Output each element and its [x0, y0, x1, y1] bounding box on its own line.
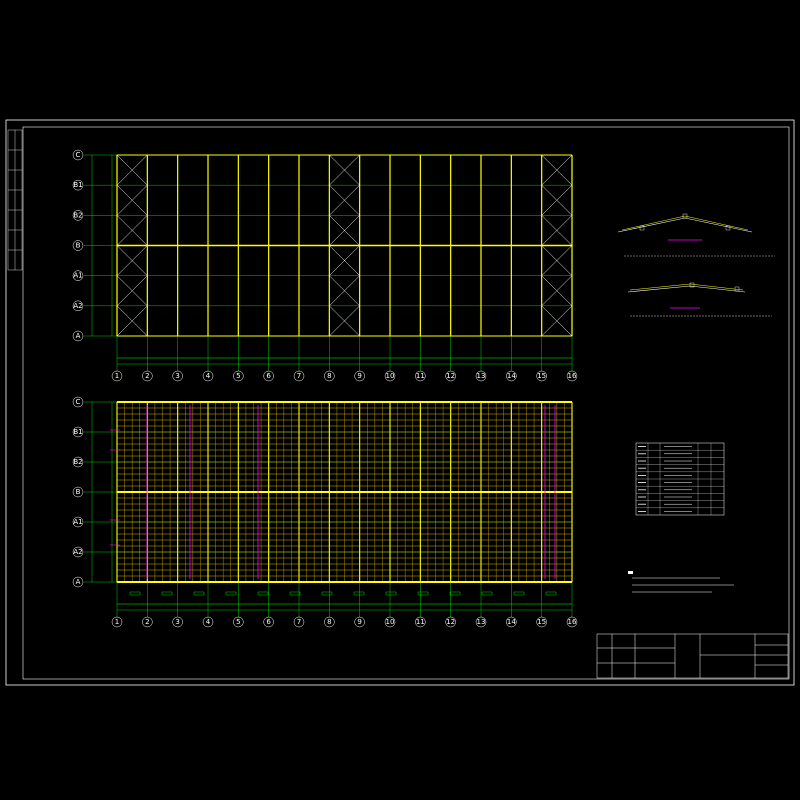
grid-label-col-9: 9 [357, 618, 361, 626]
member-tag [225, 591, 237, 596]
grid-label-col-7: 7 [297, 372, 301, 380]
grid-label-row-B1: B1 [73, 428, 82, 436]
grid-label-col-8: 8 [327, 618, 331, 626]
member-tag [449, 591, 461, 596]
grid-label-col-10: 10 [386, 618, 395, 626]
member-tag [321, 591, 333, 596]
grid-label-col-16: 16 [568, 372, 577, 380]
grid-label-col-7: 7 [297, 618, 301, 626]
grid-label-col-8: 8 [327, 372, 331, 380]
ridge-detail-sketch [617, 213, 775, 257]
grid-label-col-5: 5 [236, 372, 240, 380]
eave-detail-sketch [627, 282, 772, 317]
member-tag [417, 591, 429, 596]
member-tag [193, 591, 205, 596]
grid-label-row-A1: A1 [73, 272, 82, 280]
grid-label-col-14: 14 [507, 372, 516, 380]
grid-label-row-C: C [76, 151, 81, 159]
grid-label-col-1: 1 [115, 372, 119, 380]
title-block [596, 633, 789, 679]
grid-label-row-B: B [76, 242, 81, 250]
member-tag [513, 591, 525, 596]
grid-label-col-3: 3 [175, 618, 179, 626]
grid-label-row-B2: B2 [73, 458, 82, 466]
grid-label-row-B: B [76, 488, 81, 496]
grid-label-col-4: 4 [206, 372, 211, 380]
member-tag [257, 591, 269, 596]
grid-label-row-A: A [76, 578, 81, 586]
grid-label-row-A: A [76, 332, 81, 340]
member-tag [289, 591, 301, 596]
grid-label-row-A2: A2 [73, 548, 82, 556]
grid-label-col-6: 6 [266, 372, 271, 380]
member-tag [545, 591, 557, 596]
grid-label-col-9: 9 [357, 372, 361, 380]
grid-label-row-B1: B1 [73, 181, 82, 189]
member-tag [129, 591, 141, 596]
member-tag [385, 591, 397, 596]
upper-bracing-plan: CB1B2BA1A2A1 2 3 4 5 6 7 8 9 10 11 12 13 14 15 16 [72, 149, 578, 382]
grid-label-col-11: 11 [416, 372, 425, 380]
grid-label-col-11: 11 [416, 618, 425, 626]
grid-label-col-4: 4 [206, 618, 211, 626]
grid-label-col-12: 12 [446, 618, 455, 626]
grid-label-col-13: 13 [477, 372, 486, 380]
grid-label-row-B2: B2 [73, 211, 82, 219]
grid-label-col-6: 6 [266, 618, 271, 626]
grid-label-col-5: 5 [236, 618, 240, 626]
left-revision-strip [7, 129, 23, 271]
grid-label-col-10: 10 [386, 372, 395, 380]
grid-label-col-2: 2 [145, 372, 149, 380]
grid-label-col-13: 13 [477, 618, 486, 626]
grid-label-row-A1: A1 [73, 518, 82, 526]
grid-label-col-2: 2 [145, 618, 149, 626]
grid-label-col-14: 14 [507, 618, 516, 626]
grid-label-col-3: 3 [175, 372, 179, 380]
grid-label-col-15: 15 [537, 372, 546, 380]
member-tag [353, 591, 365, 596]
grid-label-col-1: 1 [115, 618, 119, 626]
grid-label-row-A2: A2 [73, 302, 82, 310]
grid-label-row-C: C [76, 398, 81, 406]
general-notes [628, 571, 734, 593]
material-table [635, 442, 725, 516]
lower-purlin-plan: CB1B2BA1A2A1 2 3 4 5 6 7 8 9 10 11 12 13 14 15 16 [72, 396, 578, 628]
grid-label-col-15: 15 [537, 618, 546, 626]
grid-label-col-12: 12 [446, 372, 455, 380]
member-tag [161, 591, 173, 596]
member-tag [481, 591, 493, 596]
cad-drawing-canvas: CB1B2BA1A2A1 2 3 4 5 6 7 8 9 10 11 12 13 14 15 16 CB1B2… [5, 119, 795, 686]
grid-label-col-16: 16 [568, 618, 577, 626]
